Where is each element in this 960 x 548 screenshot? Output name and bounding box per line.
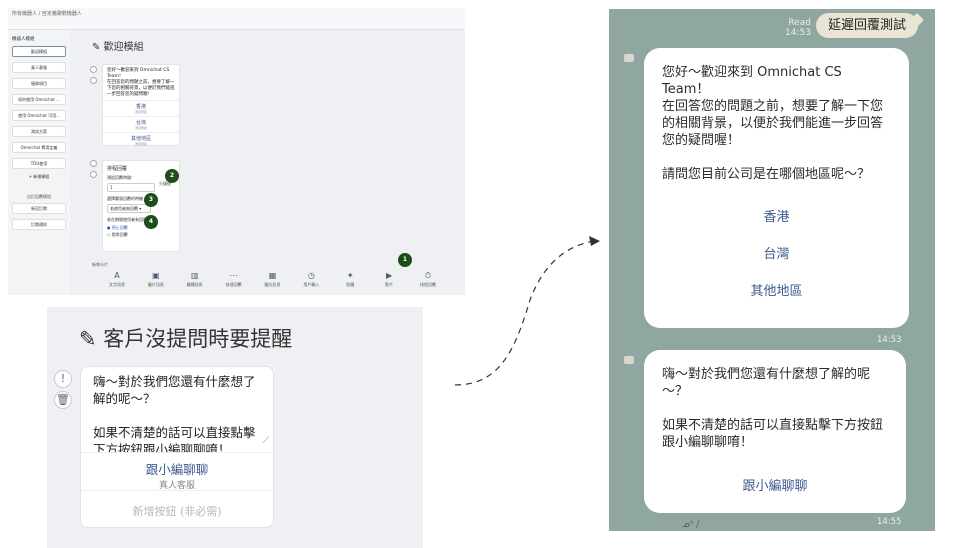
module-heading: ✎ 歡迎模組 [92, 42, 144, 53]
delay-input[interactable]: 1 [107, 183, 155, 192]
delete-icon[interactable]: 🗑 [54, 391, 72, 409]
reminder-message-card: 嗨～對於我們您還有什麼想了解的呢～？ 如果不清楚的話可以直接點擊下方按鈕跟小編聊… [80, 366, 274, 528]
clock-icon: ⏱ [424, 271, 432, 280]
sidebar-item-live-agent[interactable]: 真人客服 ⋮ [12, 62, 66, 73]
sidebar-item-pricing[interactable]: Omnichat 費用定義 [12, 142, 66, 153]
sticker-icon: ✦ [346, 271, 354, 280]
grid-icon: ▦ [268, 271, 277, 280]
sidebar-item-notify[interactable]: 訂閱通知 [12, 219, 66, 230]
step-badge: 4 [144, 215, 158, 229]
response-label: 若在期間使用者有回應 [107, 217, 147, 222]
sidebar-item-tou[interactable]: TOU使用 ⋮ [12, 158, 66, 169]
edit-icon: ✎ [92, 42, 101, 53]
resize-handle-icon[interactable]: ⟋ [263, 433, 269, 450]
trigger-select[interactable]: 若使用者無回覆 ▾ [107, 204, 151, 213]
welcome-bubble: 您好～歡迎來到 Omnichat CS Team！ 在回答您的問題之前，想要了解… [644, 48, 909, 328]
delete-icon[interactable] [90, 171, 97, 178]
drag-handle-icon[interactable]: ⋮ [59, 63, 63, 72]
option-button-hk[interactable]: 香港 選項按鈕 [103, 100, 179, 116]
radio-stop-reply[interactable]: ● 停止回覆 [107, 225, 175, 231]
tool-imagemap[interactable]: ▦ 圖文訊息 [256, 270, 290, 295]
bot-editor-panel: 所有機器人 / 自定義聊數機器人 機器人模組 歡迎模組 真人客服 ⋮ 服務項目 ⋮ … [8, 8, 465, 295]
chat-option-hk[interactable]: 香港 [644, 206, 909, 225]
sidebar-item-how-to-use[interactable]: 如何使用 Omnichat ... [12, 94, 66, 105]
card-side-icons [90, 160, 98, 182]
welcome-message-card[interactable]: 您好～歡迎來到 Omnichat CS Team！ 在回答您的問題之前，想要了解… [102, 64, 180, 146]
chat-with-agent-option[interactable]: 跟小編聊聊 [644, 475, 906, 494]
edit-icon: ✎ [79, 327, 97, 351]
chat-with-agent-button[interactable]: 跟小編聊聊 真人客服 [81, 453, 273, 491]
quick-reply-icon: ⋯ [229, 271, 238, 280]
add-card-label: 新增卡片 [92, 262, 108, 267]
bot-avatar [624, 54, 634, 62]
sidebar-item-usage[interactable]: 使用 Omnichat 可用... [12, 110, 66, 121]
step-badge: 3 [144, 193, 158, 207]
info-icon[interactable]: ! [54, 370, 72, 388]
module-sidebar: 機器人模組 歡迎模組 真人客服 ⋮ 服務項目 ⋮ 如何使用 Omnichat ...… [8, 30, 70, 295]
welcome-bubble-text: 您好～歡迎來到 Omnichat CS Team！ 在回答您的問題之前，想要了解… [662, 65, 884, 182]
message-time: 14:53 [877, 335, 902, 345]
reminder-title: ✎ 客戶沒提問時要提醒 [79, 327, 293, 351]
step-badge: 1 [398, 253, 412, 267]
scheduled-reply-title: 排程回覆 [107, 166, 128, 172]
tool-video[interactable]: ▶ 影片 [372, 270, 406, 295]
option-button-tw[interactable]: 台灣 選項按鈕 [103, 116, 179, 132]
tool-quick-reply[interactable]: ⋯ 快速回覆 [217, 270, 251, 295]
chat-option-tw[interactable]: 台灣 [644, 243, 909, 262]
step-badge: 2 [165, 169, 179, 183]
delete-icon[interactable] [90, 77, 97, 84]
sidebar-item-subscribe[interactable]: 新回訂閱 [12, 203, 66, 214]
tool-sticker[interactable]: ✦ 貼圖 [333, 270, 367, 295]
image-icon: ▣ [152, 271, 160, 280]
sidebar-item-trial-plan[interactable]: 測試方案 ⋮ [12, 126, 66, 137]
tool-user-input[interactable]: ◷ 用戶輸入 [294, 270, 328, 295]
breadcrumb: 所有機器人 / 自定義聊數機器人 [8, 8, 465, 30]
carousel-icon: ▥ [190, 271, 199, 280]
tool-scheduled-reply[interactable]: ⏱ 排程回覆 [411, 270, 445, 295]
tool-text[interactable]: A 文字訊息 [100, 270, 134, 295]
sidebar-item-welcome[interactable]: 歡迎模組 [12, 46, 66, 57]
tool-image[interactable]: ▣ 圖片訊息 [139, 270, 173, 295]
drag-handle-icon[interactable]: ⋮ [59, 159, 63, 168]
sidebar-title: 機器人模組 [12, 37, 35, 42]
trigger-label: 選擇觸發回覆的時機 [107, 196, 143, 201]
chat-option-other[interactable]: 其他地區 [644, 280, 909, 299]
card-side-icons [90, 66, 98, 88]
option-button-other[interactable]: 其他地區 選項按鈕 [103, 132, 179, 148]
tool-carousel[interactable]: ▥ 輪播訊息 [178, 270, 212, 295]
add-button[interactable]: 新增按鈕 (非必需) [81, 491, 273, 519]
drag-handle-icon[interactable]: ⋮ [59, 79, 63, 88]
input-icon: ◷ [307, 271, 315, 280]
add-card-toolbar: A 文字訊息 ▣ 圖片訊息 ▥ 輪播訊息 ⋯ 快速回覆 ▦ 圖文訊息 ◷ 用戶輸入 ✦ 貼圖 … [100, 270, 445, 295]
read-receipt: Read 14:53 [785, 18, 811, 38]
sidebar-item-services[interactable]: 服務項目 ⋮ [12, 78, 66, 89]
reminder-bubble: 嗨～對於我們您還有什麼想了解的呢～？ 如果不清楚的話可以直接點擊下方按鈕跟小編聊… [644, 350, 906, 513]
info-icon[interactable] [90, 66, 97, 73]
chat-preview: Read 14:53 延遲回覆測試 您好～歡迎來到 Omnichat CS Te… [609, 9, 935, 531]
reminder-message-textarea[interactable]: 嗨～對於我們您還有什麼想了解的呢～？ 如果不清楚的話可以直接點擊下方按鈕跟小編聊… [81, 367, 273, 453]
custom-reply-section-title: 自訂回覆模組 [27, 194, 51, 199]
message-time: 14:55 [877, 517, 902, 527]
video-icon: ▶ [386, 271, 393, 280]
welcome-message-text[interactable]: 您好～歡迎來到 Omnichat CS Team！ 在回答您的問題之前，想要了解… [103, 65, 179, 100]
bot-avatar [624, 356, 634, 364]
zoomed-reminder-card: ✎ 客戶沒提問時要提醒 ! 🗑 嗨～對於我們您還有什麼想了解的呢～？ 如果不清楚… [47, 307, 423, 548]
reminder-bubble-text: 嗨～對於我們您還有什麼想了解的呢～？ 如果不清楚的話可以直接點擊下方按鈕跟小編聊… [662, 367, 884, 450]
card-side-icons: ! 🗑 [54, 370, 72, 412]
add-module-button[interactable]: + 新增模組 [12, 174, 66, 180]
text-icon: A [114, 271, 120, 280]
info-icon[interactable] [90, 160, 97, 167]
sent-message-bubble: 延遲回覆測試 [816, 13, 919, 38]
radio-keep-reply[interactable]: ○ 照常回覆 [107, 232, 175, 238]
handwritten-mark: ᓄᐣ / [682, 520, 700, 530]
drag-handle-icon[interactable]: ⋮ [59, 127, 63, 136]
